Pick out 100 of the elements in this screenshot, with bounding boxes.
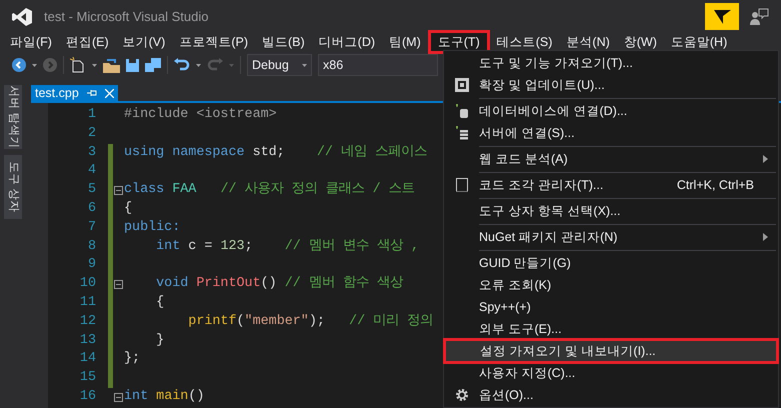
fold-toggle-icon[interactable] — [114, 392, 123, 402]
dropdown-caret-icon[interactable] — [196, 64, 201, 66]
line-number: 15 — [78, 369, 96, 388]
settings-icon — [454, 388, 468, 402]
menu-item[interactable]: 설정 가져오기 및 내보내기(I)... — [445, 340, 777, 362]
menu-item-label: 사용자 지정(C)... — [479, 364, 576, 382]
menu-item-label: Spy++(+) — [479, 298, 531, 316]
menu-bar-item[interactable]: 분석(N) — [559, 33, 617, 51]
menu-bar-item[interactable]: 파일(F) — [3, 33, 59, 51]
menu-bar-item[interactable]: 프로젝트(P) — [172, 33, 255, 51]
menu-item[interactable]: GUID 만들기(G) — [444, 252, 778, 274]
menu-item-label: 확장 및 업데이트(U)... — [479, 76, 605, 94]
line-number: 11 — [78, 294, 96, 312]
snippet-icon — [456, 178, 468, 192]
line-number: 13 — [78, 332, 96, 350]
code-line: }; — [124, 350, 140, 368]
code-line: { — [155, 294, 164, 312]
menu-bar-item[interactable]: 창(W) — [616, 33, 664, 51]
line-number: 2 — [86, 124, 96, 143]
menu-bar-item[interactable]: 팀(M) — [382, 33, 428, 51]
database-icon — [454, 104, 468, 118]
close-icon[interactable] — [104, 88, 114, 98]
menu-bar-item[interactable]: 도구(T) — [430, 33, 487, 51]
dropdown-caret-icon[interactable] — [92, 64, 97, 66]
menu-bar-item[interactable]: 빌드(B) — [254, 33, 312, 51]
menu-item[interactable]: 코드 조각 관리자(T)... Ctrl+K, Ctrl+B — [444, 174, 778, 196]
menu-bar-item[interactable]: 보기(V) — [116, 33, 172, 51]
menu-item-label: 설정 가져오기 및 내보내기(I)... — [480, 342, 656, 360]
menu-item[interactable]: 도구 상자 항목 선택(X)... — [444, 200, 778, 222]
menu-item-label: NuGet 패키지 관리자(N) — [479, 228, 618, 246]
code-line: printf("member"); // 미리 정의 — [187, 312, 434, 331]
line-number: 3 — [86, 144, 96, 162]
menu-bar-item[interactable]: 도움말(H) — [664, 33, 734, 51]
menu-item[interactable]: 외부 도구(E)... — [444, 318, 778, 340]
save-all-icon[interactable] — [145, 58, 161, 72]
line-number: 6 — [86, 200, 96, 218]
side-tab[interactable]: 서버 탐색기 — [4, 85, 22, 149]
editor-tab[interactable]: test.cpp — [31, 85, 118, 101]
feedback-filter-button[interactable] — [705, 3, 739, 30]
menu-item[interactable]: 도구 및 기능 가져오기(T)... — [444, 52, 778, 74]
dropdown-caret-icon[interactable] — [32, 64, 37, 66]
line-number: 8 — [86, 238, 96, 256]
code-line: #include <iostream> — [124, 106, 277, 124]
dropdown-caret-icon — [302, 64, 307, 66]
shortcut-text: Ctrl+K, Ctrl+B — [676, 176, 754, 194]
menu-bar-item[interactable]: 테스트(S) — [490, 33, 560, 51]
menu-item-label: 웹 코드 분석(A) — [479, 150, 568, 168]
funnel-icon — [714, 10, 730, 24]
line-number: 5 — [86, 181, 96, 200]
new-file-icon[interactable] — [70, 57, 86, 73]
menu-item-label: 옵션(O)... — [479, 386, 534, 404]
code-line: using namespace std; // 네임 스페이스 — [124, 144, 428, 162]
menu-item[interactable]: 데이터베이스에 연결(D)... — [444, 100, 778, 122]
code-line: { — [124, 200, 132, 218]
code-line: public: — [124, 218, 180, 237]
menu-item[interactable]: 옵션(O)... — [444, 384, 778, 406]
menu-item[interactable]: 확장 및 업데이트(U)... — [444, 74, 778, 96]
menu-item-label: 코드 조각 관리자(T)... — [479, 176, 604, 194]
fold-toggle-icon[interactable] — [114, 186, 123, 196]
menu-bar-item[interactable]: 디버그(D) — [312, 33, 382, 51]
back-icon[interactable] — [12, 58, 26, 72]
window-title: test - Microsoft Visual Studio — [44, 8, 208, 26]
menu-item-label: 도구 및 기능 가져오기(T)... — [479, 54, 633, 72]
menu-item-label: 도구 상자 항목 선택(X)... — [479, 202, 620, 220]
menu-item-label: 서버에 연결(S)... — [479, 124, 575, 142]
save-icon[interactable] — [126, 58, 139, 72]
line-number: 9 — [86, 256, 96, 274]
platform-dropdown[interactable]: x86 — [318, 54, 438, 76]
menu-bar-item[interactable]: 편집(E) — [58, 33, 116, 51]
pin-icon[interactable] — [86, 89, 97, 97]
configuration-dropdown[interactable]: Debug — [247, 54, 312, 76]
line-number: 1 — [86, 106, 96, 124]
code-line: class FAA // 사용자 정의 클래스 / 스트 — [124, 181, 415, 200]
code-line: int main() — [124, 388, 204, 406]
fold-toggle-icon[interactable] — [114, 280, 123, 290]
line-number: 14 — [78, 350, 96, 368]
menu-item[interactable]: 사용자 지정(C)... — [444, 362, 778, 384]
feedback-icon[interactable] — [749, 8, 769, 26]
menu-item-label: GUID 만들기(G) — [479, 254, 571, 272]
menu-item-label: 오류 조회(K) — [479, 276, 552, 294]
extensions-icon — [454, 78, 468, 92]
app-logo-icon — [12, 8, 32, 26]
line-number: 7 — [86, 218, 96, 237]
folder-icon[interactable] — [103, 58, 120, 72]
code-line: void PrintOut() // 멤버 함수 색상 — [155, 275, 403, 294]
side-tab[interactable]: 도구 상자 — [4, 155, 22, 219]
code-line: } — [155, 332, 164, 350]
menu-item[interactable]: NuGet 패키지 관리자(N) — [444, 226, 778, 248]
server-icon — [454, 126, 468, 140]
line-number: 12 — [78, 312, 96, 331]
undo-icon[interactable] — [174, 58, 190, 72]
line-number: 4 — [86, 162, 96, 180]
menu-item[interactable]: Spy++(+) — [444, 296, 778, 318]
menu-item-label: 데이터베이스에 연결(D)... — [479, 102, 628, 120]
menu-item[interactable]: 서버에 연결(S)... — [444, 122, 778, 144]
menu-item-label: 외부 도구(E)... — [479, 320, 562, 338]
code-line: int c = 123; // 멤버 변수 색상 , — [155, 238, 419, 256]
line-number: 16 — [78, 388, 96, 406]
menu-item[interactable]: 오류 조회(K) — [444, 274, 778, 296]
menu-item[interactable]: 웹 코드 분석(A) — [444, 148, 778, 170]
